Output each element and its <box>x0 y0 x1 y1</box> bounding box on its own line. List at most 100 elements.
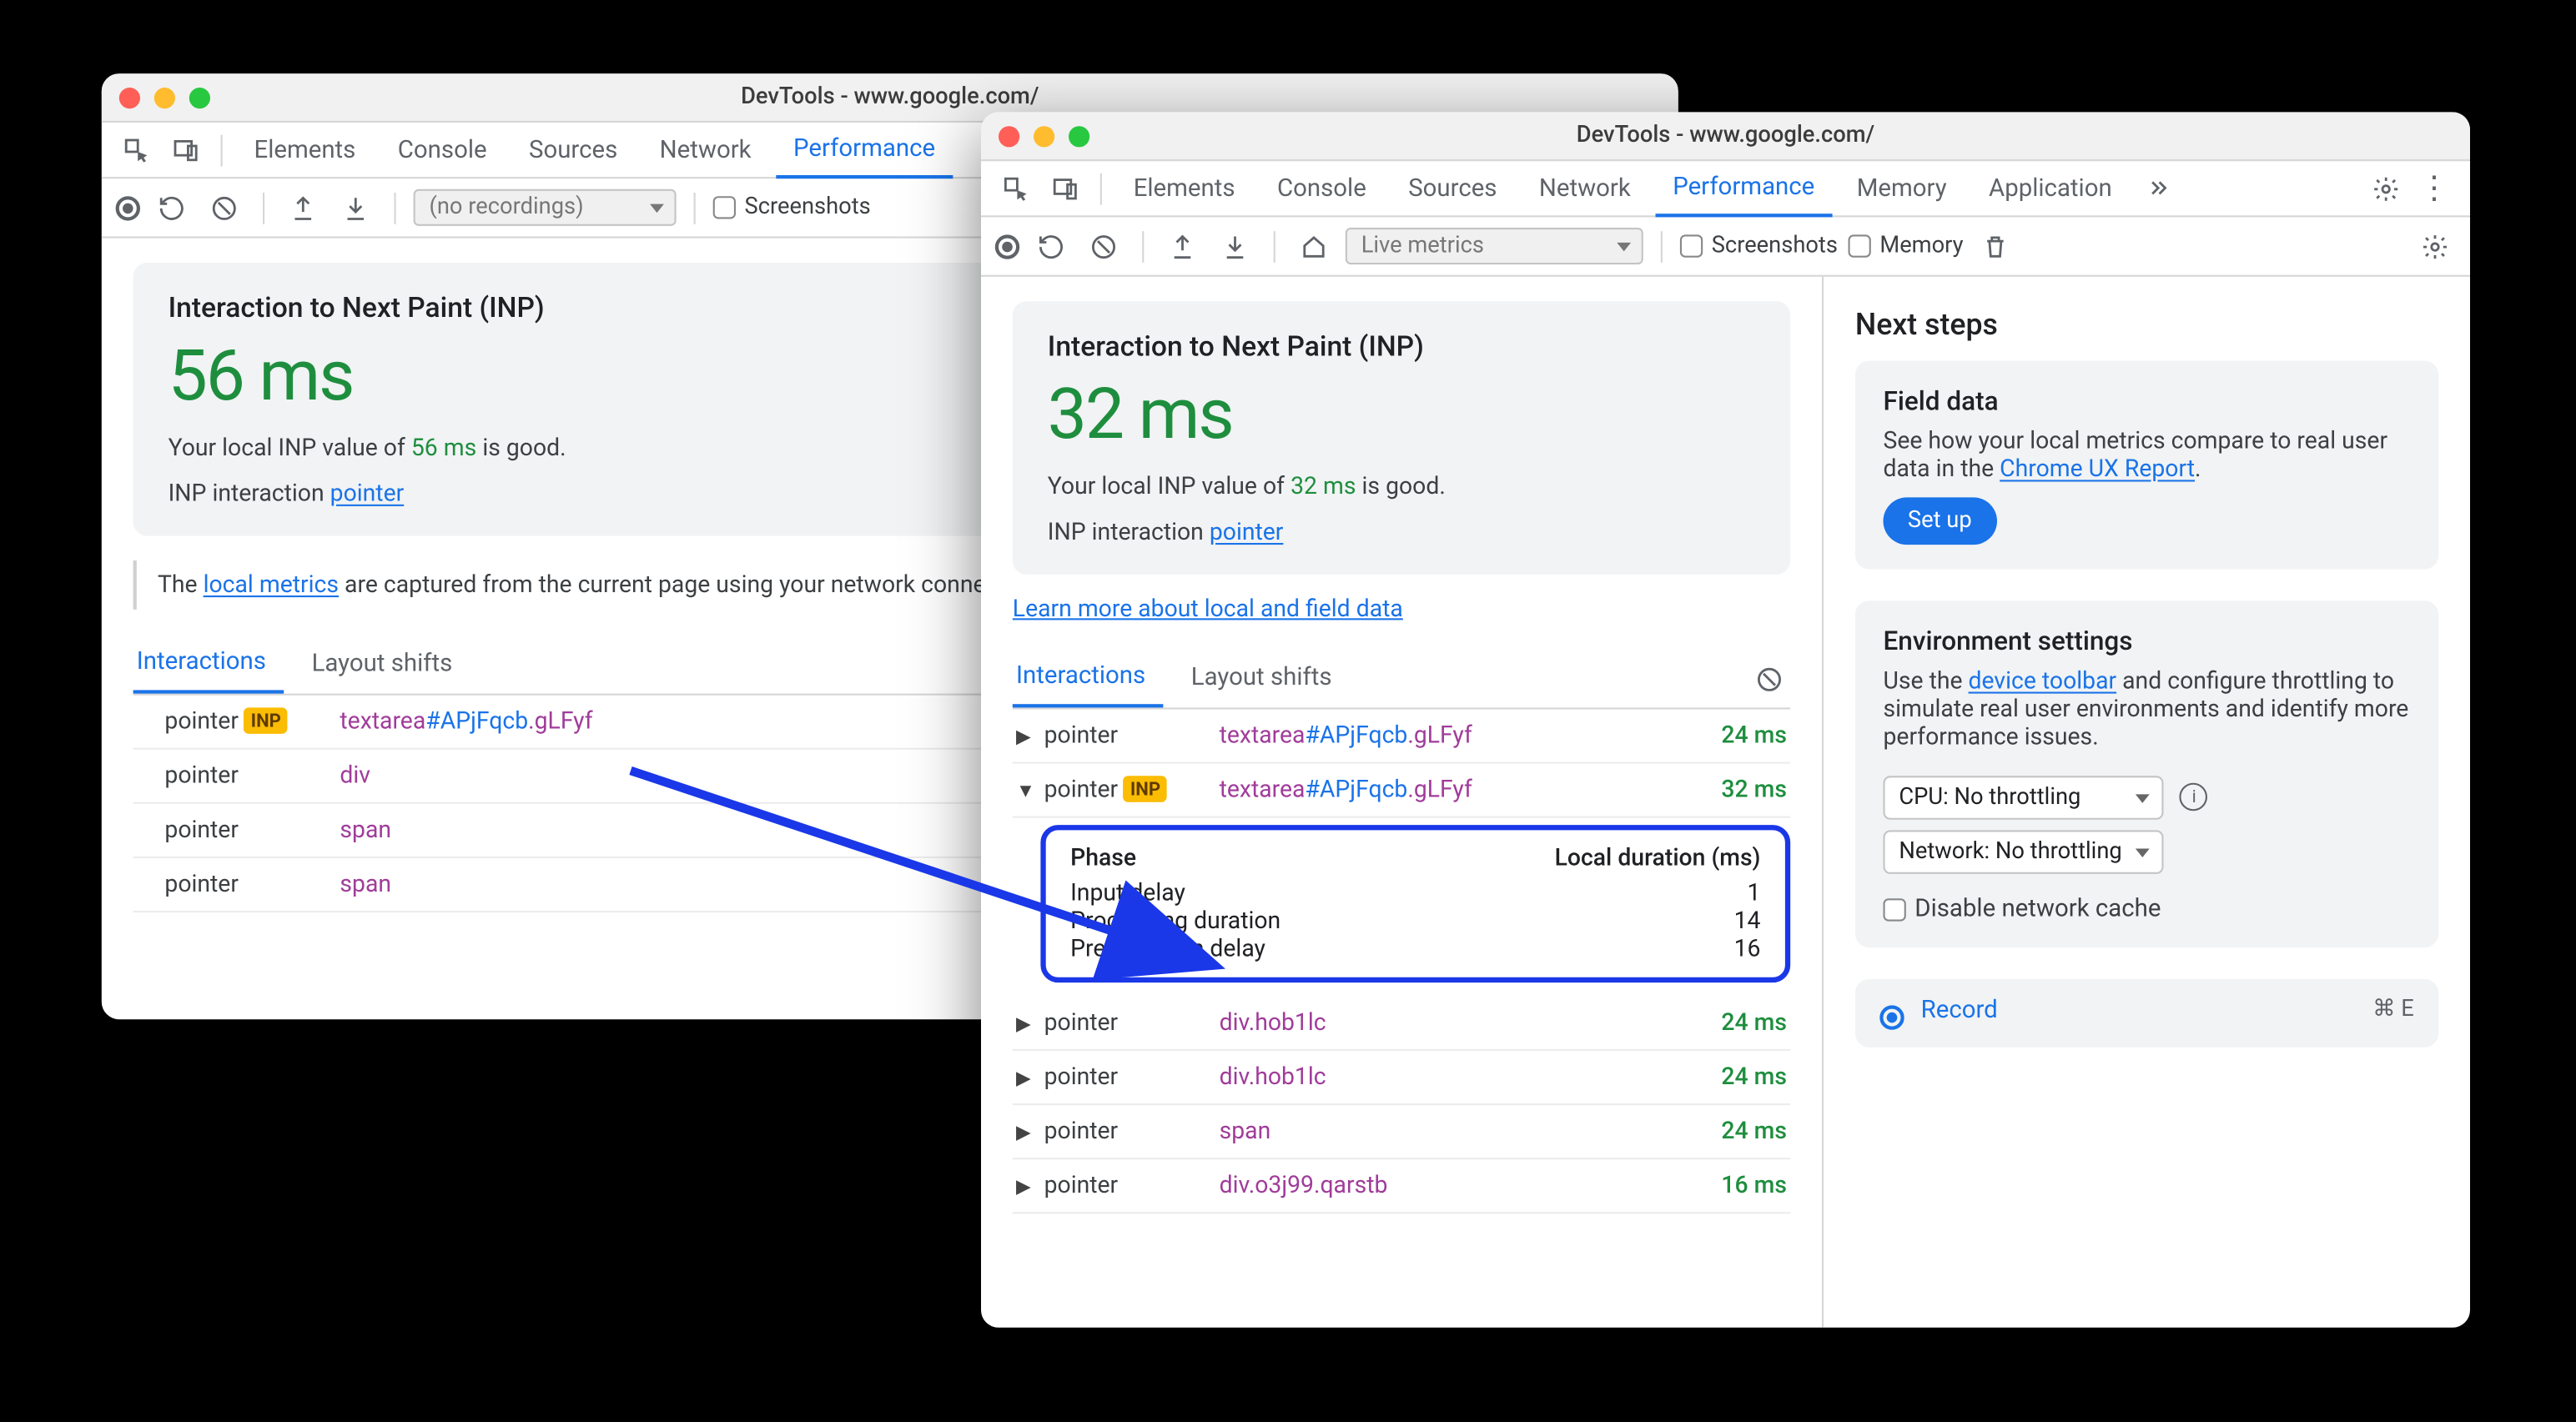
performance-toolbar: Live metrics Screenshots Memory <box>981 217 2470 276</box>
inspect-icon[interactable] <box>116 128 158 170</box>
clear-list-icon[interactable] <box>1748 659 1790 701</box>
disclosure-icon: ▶ <box>1016 1012 1044 1034</box>
device-toolbar-icon[interactable] <box>1044 168 1086 209</box>
interaction-target: textarea#APjFqcb.gLFyf <box>1220 721 1682 750</box>
tab-performance[interactable]: Performance <box>1655 160 1832 216</box>
settings-gear-icon[interactable] <box>2365 168 2407 209</box>
device-toolbar-icon[interactable] <box>164 128 206 170</box>
next-steps-heading: Next steps <box>1855 309 2438 344</box>
inp-heading: Interaction to Next Paint (INP) <box>1048 329 1755 363</box>
phase-breakdown: PhaseLocal duration (ms)Input delay1Proc… <box>1040 825 1790 982</box>
disclosure-icon: ▶ <box>1016 724 1044 746</box>
interaction-type: pointer <box>1044 1118 1220 1146</box>
subtab-layout-shifts[interactable]: Layout shifts <box>1188 653 1350 706</box>
subtab-layout-shifts[interactable]: Layout shifts <box>308 639 470 691</box>
download-icon[interactable] <box>1214 225 1255 267</box>
recordings-dropdown[interactable]: (no recordings) <box>414 189 677 226</box>
window-title: DevTools - www.google.com/ <box>102 84 1678 110</box>
subtab-interactions[interactable]: Interactions <box>1013 651 1163 707</box>
tab-network[interactable]: Network <box>1522 160 1648 216</box>
tab-elements[interactable]: Elements <box>1116 160 1253 216</box>
interaction-type: pointer <box>164 871 340 899</box>
local-metrics-link[interactable]: local metrics <box>204 571 339 600</box>
tab-sources[interactable]: Sources <box>1391 160 1514 216</box>
interaction-row[interactable]: ▶pointerdiv.hob1lc24 ms <box>1013 1051 1790 1105</box>
info-icon[interactable]: i <box>2180 783 2208 811</box>
screenshots-checkbox[interactable]: Screenshots <box>1680 233 1838 259</box>
inp-interaction-link[interactable]: pointer <box>330 480 405 508</box>
record-icon[interactable] <box>995 234 1019 258</box>
environment-settings-heading: Environment settings <box>1884 626 2411 657</box>
home-icon[interactable] <box>1293 225 1335 267</box>
reload-icon[interactable] <box>151 187 193 229</box>
interaction-type: pointer <box>164 761 340 790</box>
field-data-card: Field data See how your local metrics co… <box>1855 361 2438 570</box>
inspect-icon[interactable] <box>995 168 1037 209</box>
inp-interaction-line: INP interaction pointer <box>1048 519 1755 547</box>
trash-icon[interactable] <box>1974 225 2015 267</box>
interaction-row[interactable]: ▼pointerINPtextarea#APjFqcb.gLFyf32 ms <box>1013 764 1790 818</box>
record-card[interactable]: Record ⌘ E <box>1855 979 2438 1048</box>
interaction-duration: 24 ms <box>1682 1009 1787 1038</box>
upload-icon[interactable] <box>282 187 324 229</box>
memory-checkbox[interactable]: Memory <box>1849 233 1964 259</box>
tab-application[interactable]: Application <box>1971 160 2130 216</box>
subtab-interactions[interactable]: Interactions <box>133 637 284 693</box>
crux-link[interactable]: Chrome UX Report <box>2000 455 2195 484</box>
tab-memory[interactable]: Memory <box>1839 160 1965 216</box>
clear-icon[interactable] <box>204 187 245 229</box>
disclosure-icon: ▶ <box>1016 1174 1044 1197</box>
network-throttling-select[interactable]: Network: No throttling <box>1884 830 2164 873</box>
inp-card: Interaction to Next Paint (INP) 32 ms Yo… <box>1013 301 1790 575</box>
interaction-row[interactable]: ▶pointerdiv.hob1lc24 ms <box>1013 997 1790 1051</box>
interaction-target: div.hob1lc <box>1220 1009 1682 1038</box>
screenshots-checkbox[interactable]: Screenshots <box>713 194 871 220</box>
interaction-duration: 32 ms <box>1682 776 1787 804</box>
tab-sources[interactable]: Sources <box>511 122 635 178</box>
upload-icon[interactable] <box>1161 225 1203 267</box>
tab-elements[interactable]: Elements <box>237 122 374 178</box>
tab-console[interactable]: Console <box>380 122 505 178</box>
tab-performance[interactable]: Performance <box>776 122 953 178</box>
tab-console[interactable]: Console <box>1260 160 1384 216</box>
interaction-type: pointerINP <box>164 707 340 736</box>
devtools-tabstrip: Elements Console Sources Network Perform… <box>981 161 2470 217</box>
settings-gear-icon[interactable] <box>2414 225 2456 267</box>
interaction-type: pointerINP <box>1044 776 1220 804</box>
record-icon[interactable] <box>116 195 140 219</box>
inp-value-sentence: Your local INP value of 32 ms is good. <box>1048 473 1755 501</box>
interaction-row[interactable]: ▶pointertextarea#APjFqcb.gLFyf24 ms <box>1013 709 1790 763</box>
cpu-throttling-select[interactable]: CPU: No throttling <box>1884 776 2164 819</box>
reload-icon[interactable] <box>1030 225 1072 267</box>
learn-more-link[interactable]: Learn more about local and field data <box>1013 595 1403 624</box>
window-title: DevTools - www.google.com/ <box>981 123 2470 148</box>
interaction-type: pointer <box>164 817 340 845</box>
download-icon[interactable] <box>335 187 376 229</box>
disclosure-icon: ▼ <box>1016 778 1044 801</box>
interaction-row[interactable]: ▶pointerdiv.o3j99.qarstb16 ms <box>1013 1159 1790 1213</box>
tab-network[interactable]: Network <box>642 122 769 178</box>
devtools-window-right: DevTools - www.google.com/ Elements Cons… <box>981 112 2470 1327</box>
inp-interaction-link[interactable]: pointer <box>1210 519 1284 547</box>
record-radio-icon <box>1879 1005 1904 1029</box>
interaction-type: pointer <box>1044 1009 1220 1038</box>
interaction-type: pointer <box>1044 721 1220 750</box>
interaction-type: pointer <box>1044 1063 1220 1092</box>
interaction-target: div.hob1lc <box>1220 1063 1682 1092</box>
inp-badge: INP <box>244 707 288 734</box>
live-metrics-dropdown[interactable]: Live metrics <box>1346 228 1643 264</box>
interaction-target: div.o3j99.qarstb <box>1220 1172 1682 1200</box>
interaction-row[interactable]: ▶pointerspan24 ms <box>1013 1105 1790 1159</box>
clear-icon[interactable] <box>1083 225 1124 267</box>
subtabs: Interactions Layout shifts <box>1013 651 1790 709</box>
device-toolbar-link[interactable]: device toolbar <box>1969 667 2117 696</box>
kebab-menu-icon[interactable]: ⋮ <box>2414 168 2456 209</box>
record-label: Record <box>1921 997 1998 1025</box>
interaction-duration: 24 ms <box>1682 721 1787 750</box>
setup-button[interactable]: Set up <box>1884 497 1997 545</box>
field-data-heading: Field data <box>1884 385 2411 417</box>
disable-cache-checkbox[interactable]: Disable network cache <box>1884 895 2411 923</box>
disclosure-icon: ▶ <box>1016 1120 1044 1143</box>
more-tabs-icon[interactable] <box>2136 168 2178 209</box>
titlebar: DevTools - www.google.com/ <box>981 112 2470 161</box>
